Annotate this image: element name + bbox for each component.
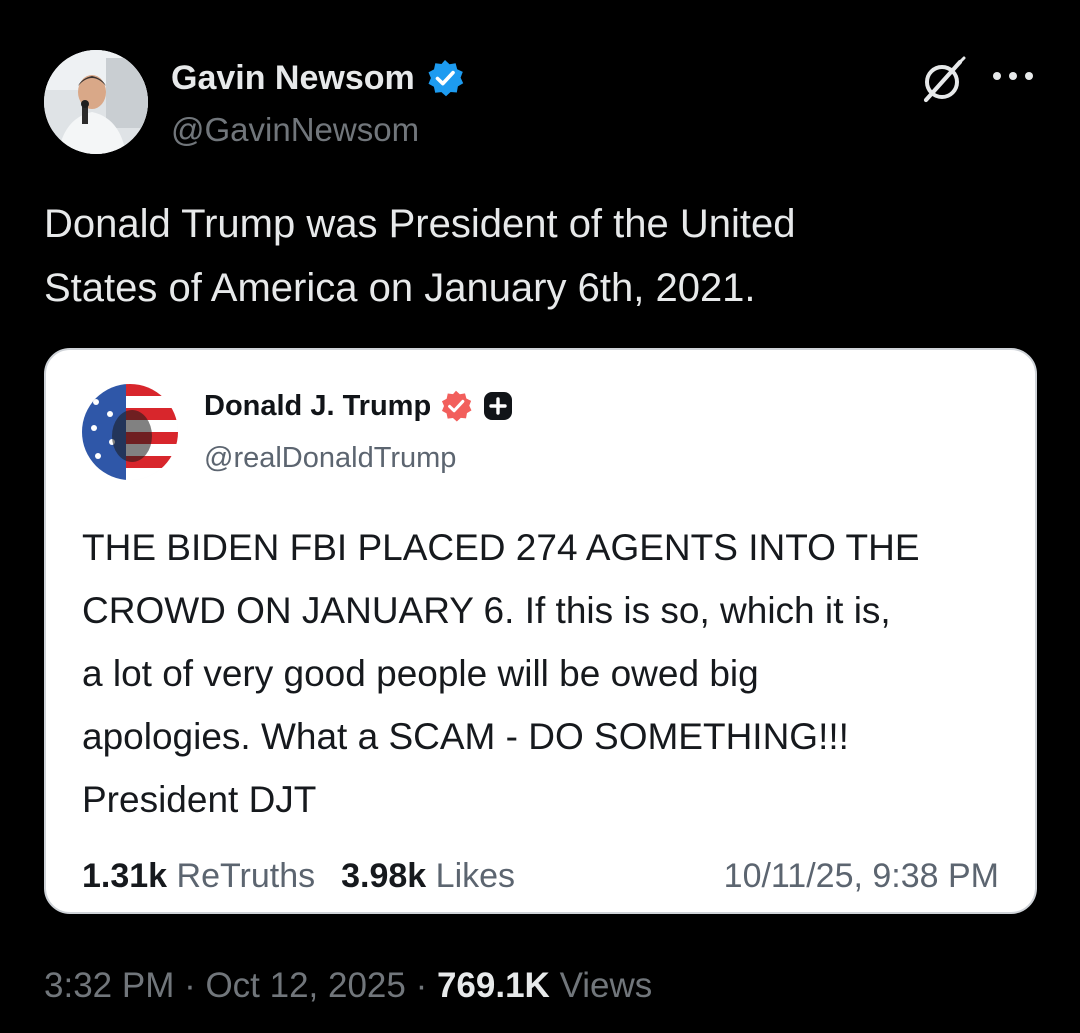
author-handle[interactable]: @GavinNewsom bbox=[171, 110, 419, 150]
post-detail-view: Gavin Newsom @GavinNewsom Donald Trump w… bbox=[0, 0, 1080, 1033]
quoted-text-line: CROWD ON JANUARY 6. If this is so, which… bbox=[82, 590, 891, 631]
views-count[interactable]: 769.1K bbox=[437, 966, 550, 1005]
quoted-author-avatar-image bbox=[82, 384, 178, 480]
quoted-text-line: President DJT bbox=[82, 779, 317, 820]
plus-square-icon bbox=[484, 392, 513, 420]
author-name[interactable]: Gavin Newsom bbox=[171, 58, 465, 98]
quoted-text-line: apologies. What a SCAM - DO SOMETHING!!! bbox=[82, 716, 849, 757]
verified-badge-icon bbox=[428, 60, 463, 97]
quoted-author-name-text: Donald J. Trump bbox=[204, 390, 432, 422]
quoted-author-avatar bbox=[82, 384, 178, 480]
author-name-text: Gavin Newsom bbox=[171, 59, 415, 97]
author-avatar[interactable] bbox=[44, 50, 148, 154]
more-options-icon[interactable] bbox=[991, 66, 1035, 86]
tweet-text-line: Donald Trump was President of the United bbox=[44, 202, 796, 246]
quoted-post-text: THE BIDEN FBI PLACED 274 AGENTS INTO THE… bbox=[82, 516, 1012, 831]
tweet-text-line: States of America on January 6th, 2021. bbox=[44, 266, 756, 310]
author-avatar-image bbox=[44, 50, 148, 154]
quoted-text-line: THE BIDEN FBI PLACED 274 AGENTS INTO THE bbox=[82, 527, 920, 568]
quoted-author-handle: @realDonaldTrump bbox=[204, 442, 457, 474]
quoted-post-date: 10/11/25, 9:38 PM bbox=[723, 857, 999, 895]
retruths-label: ReTruths bbox=[176, 857, 316, 895]
views-label: Views bbox=[549, 966, 653, 1005]
quoted-post-card[interactable]: Donald J. Trump @realDonaldTrump THE BID… bbox=[44, 348, 1037, 914]
likes-label: Likes bbox=[435, 857, 516, 895]
likes-count: 3.98k bbox=[341, 857, 427, 895]
tweet-text: Donald Trump was President of the United… bbox=[44, 192, 1034, 320]
post-metadata: 3:32 PM · Oct 12, 2025 · 769.1K Views bbox=[44, 964, 652, 1008]
quoted-author-name: Donald J. Trump bbox=[204, 388, 513, 424]
grok-icon[interactable] bbox=[920, 56, 968, 104]
retruths-count: 1.31k bbox=[82, 857, 168, 895]
post-timestamp[interactable]: 3:32 PM · Oct 12, 2025 · bbox=[44, 966, 437, 1005]
quoted-text-line: a lot of very good people will be owed b… bbox=[82, 653, 759, 694]
red-verified-badge-icon bbox=[442, 390, 472, 422]
